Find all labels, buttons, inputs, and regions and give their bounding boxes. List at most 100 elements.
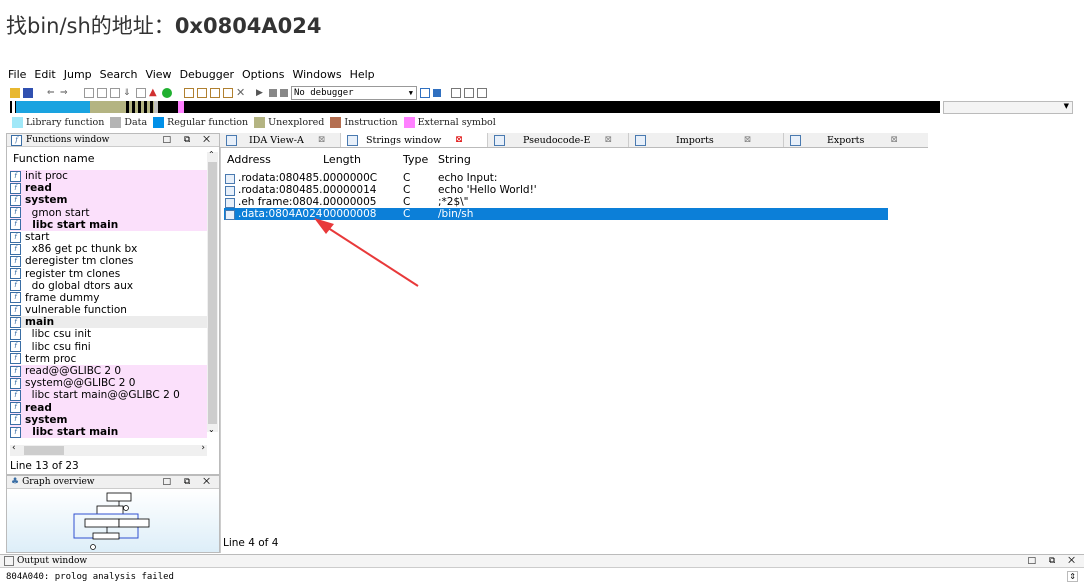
menu-edit[interactable]: Edit [34, 68, 55, 84]
navigation-band[interactable] [10, 101, 940, 113]
tab-exports[interactable]: Exports ⊠ [784, 133, 920, 147]
binary-icon[interactable] [110, 88, 120, 98]
debugger-select[interactable]: No debugger ▼ [291, 86, 417, 100]
chart-icon[interactable] [197, 88, 207, 98]
function-icon: f [10, 292, 21, 304]
tab-strings-window[interactable]: Strings window ⊠ [341, 133, 488, 147]
scroll-up-icon[interactable]: ⌃ [208, 150, 215, 159]
menu-options[interactable]: Options [242, 68, 284, 84]
close-x-icon[interactable]: ✕ [236, 87, 246, 98]
menu-debugger[interactable]: Debugger [180, 68, 234, 84]
window-controls[interactable]: □ ⧉ ✕ [162, 135, 215, 145]
function-list-item[interactable]: f libc start main [10, 425, 207, 439]
column-header-length[interactable]: Length [323, 153, 361, 166]
debug-step-icon[interactable] [420, 88, 430, 98]
menu-search[interactable]: Search [100, 68, 138, 84]
function-list-item[interactable]: f libc csu fini [10, 341, 207, 353]
scroll-stepper-icon[interactable]: ⇕ [1067, 571, 1078, 582]
cross-ref-icon[interactable] [223, 88, 233, 98]
cell-address: .rodata:080485... [238, 184, 330, 196]
menu-jump[interactable]: Jump [64, 68, 92, 84]
strings-table-row[interactable]: .rodata:080485... 00000014 Cecho 'Hello Wo… [224, 184, 888, 196]
play-icon[interactable]: ▶ [256, 88, 266, 98]
cell-string: ;*2$\" [438, 196, 469, 208]
scroll-right-icon[interactable]: › [201, 443, 205, 453]
function-list-item[interactable]: f x86 get pc thunk bx [10, 243, 207, 255]
function-name: deregister tm clones [25, 255, 134, 268]
function-list-item[interactable]: f system [10, 194, 207, 207]
function-list-item[interactable]: f libc start main [10, 218, 207, 231]
function-list-item[interactable]: f frame dummy [10, 292, 207, 304]
legend-regular-function: Regular function [153, 117, 248, 128]
function-icon: f [10, 329, 21, 341]
grid-icon[interactable] [451, 88, 461, 98]
function-list-item[interactable]: f libc start main@@GLIBC 2 0 [10, 389, 207, 402]
column-header-address[interactable]: Address [227, 153, 271, 166]
scrollbar-thumb[interactable] [208, 162, 217, 424]
copy-icon[interactable] [84, 88, 94, 98]
horizontal-scrollbar[interactable]: ‹ › [10, 443, 207, 456]
menu-view[interactable]: View [145, 68, 171, 84]
string-icon [225, 186, 235, 196]
close-icon[interactable]: ⊠ [604, 135, 612, 145]
function-list-item[interactable]: f start [10, 231, 207, 243]
function-list-item[interactable]: f main [10, 316, 207, 329]
stop-icon[interactable] [280, 89, 288, 97]
function-icon: f [10, 402, 21, 414]
tab-ida-view-a[interactable]: IDA View-A ⊠ [220, 133, 341, 147]
open-icon[interactable] [10, 88, 20, 98]
forward-icon[interactable]: ⇒ [60, 88, 70, 98]
menu-windows[interactable]: Windows [292, 68, 341, 84]
column-header-type[interactable]: Type [403, 153, 428, 166]
close-icon[interactable]: ⊠ [890, 135, 898, 145]
debug-refresh-icon[interactable] [433, 89, 441, 97]
back-icon[interactable]: ⇐ [47, 88, 57, 98]
pause-icon[interactable] [269, 89, 277, 97]
breakpoint-icon[interactable] [464, 88, 474, 98]
window-controls[interactable]: □ ⧉ ✕ [162, 477, 215, 487]
function-list-item[interactable]: f read [10, 182, 207, 195]
function-list-item[interactable]: f register tm clones [10, 268, 207, 280]
menu-file[interactable]: File [8, 68, 26, 84]
segment-select[interactable]: ▼ [943, 101, 1073, 114]
function-list-item[interactable]: f read@@GLIBC 2 0 [10, 365, 207, 378]
strings-table-row[interactable]: .eh frame:0804... 00000005 C ;*2$\" [224, 196, 888, 208]
tab-imports[interactable]: Imports ⊠ [629, 133, 784, 147]
graph-canvas[interactable] [7, 489, 219, 552]
column-header-string[interactable]: String [438, 153, 471, 166]
save-icon[interactable] [23, 88, 33, 98]
menu-help[interactable]: Help [350, 68, 375, 84]
close-icon[interactable]: ⊠ [455, 135, 463, 145]
function-list: f init proc f read f system f gmon start f libc… [10, 170, 207, 439]
function-list-item[interactable]: f libc csu init [10, 328, 207, 340]
close-icon[interactable]: ⊠ [318, 135, 326, 145]
warning-icon[interactable]: ▲ [149, 88, 159, 98]
trace-icon[interactable] [477, 88, 487, 98]
tab-pseudocode-e[interactable]: Pseudocode-E ⊠ [488, 133, 629, 147]
paste-icon[interactable] [97, 88, 107, 98]
cell-address: .eh frame:0804... [238, 196, 330, 208]
function-list-item[interactable]: f system@@GLIBC 2 0 [10, 377, 207, 390]
function-list-item[interactable]: f read [10, 401, 207, 414]
function-list-item[interactable]: f init proc [10, 170, 207, 183]
function-list-item[interactable]: f system [10, 413, 207, 426]
scroll-left-icon[interactable]: ‹ [12, 443, 16, 453]
graph-icon[interactable] [184, 88, 194, 98]
close-icon[interactable]: ⊠ [744, 135, 752, 145]
scrollbar-thumb[interactable] [24, 446, 64, 455]
run-green-icon[interactable] [162, 88, 172, 98]
window-controls[interactable]: □ ⧉ ✕ [1027, 556, 1080, 566]
vertical-scrollbar[interactable]: ⌃ ⌄ [207, 150, 218, 434]
function-list-item[interactable]: f do global dtors aux [10, 280, 207, 292]
edit-pen-icon[interactable] [210, 88, 220, 98]
function-list-item[interactable]: f gmon start [10, 206, 207, 219]
text-search-icon[interactable] [136, 88, 146, 98]
function-icon: f [10, 243, 21, 255]
function-name-column-header[interactable]: Function name [13, 152, 94, 165]
scroll-down-icon[interactable]: ⌄ [208, 425, 215, 434]
function-list-item[interactable]: f term proc [10, 353, 207, 365]
download-icon[interactable]: ⇓ [123, 88, 133, 98]
function-list-item[interactable]: f deregister tm clones [10, 255, 207, 267]
function-list-item[interactable]: f vulnerable function [10, 304, 207, 316]
strings-table-row[interactable]: .rodata:080485... 0000000C Cecho Input: [224, 172, 888, 184]
